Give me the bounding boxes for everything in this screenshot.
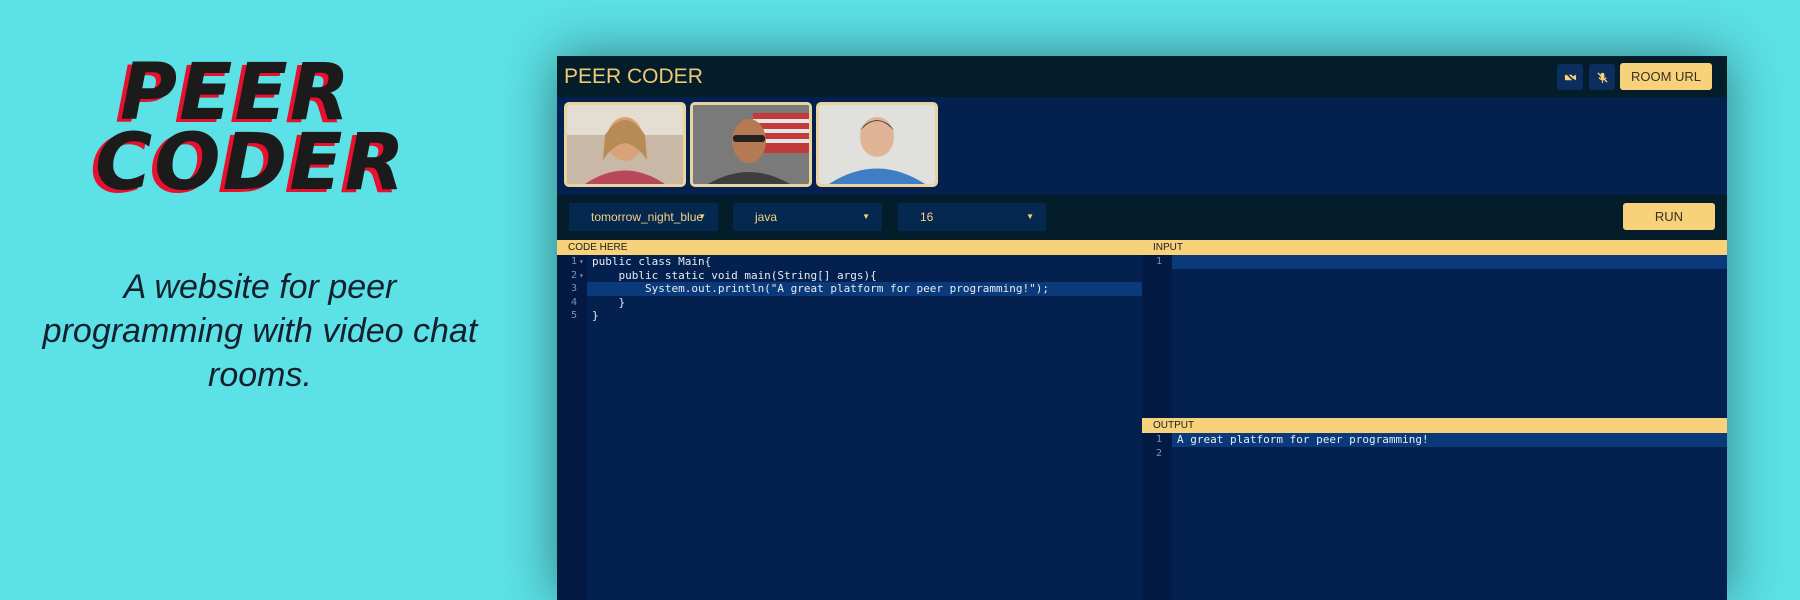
line-number: 1 [570,256,577,267]
chevron-down-icon: ▼ [698,212,706,221]
run-button[interactable]: RUN [1623,203,1715,230]
participant-1-image [567,105,683,184]
code-line: 4 } [557,296,1142,310]
line-text: public class Main{ [592,255,712,268]
code-line: 1 A great platform for peer programming! [1156,433,1727,447]
code-line: 1 [1156,255,1727,269]
input-gutter [1142,255,1172,418]
code-line: 2 [1142,447,1727,461]
participant-3-image [819,105,935,184]
output-console: 1 A great platform for peer programming! 2 [1142,433,1727,460]
input-editor[interactable]: 1 [1142,255,1727,269]
app-window: PEER CODER ROOM URL tomorrow_night_blue … [557,56,1727,600]
fold-icon[interactable]: ▾ [579,269,584,283]
chevron-down-icon: ▼ [1026,212,1034,221]
font-size-select-value: 16 [920,210,934,224]
line-text: System.out.println("A great platform for… [592,282,1049,295]
font-size-select[interactable]: 16 ▼ [898,203,1046,231]
input-label: INPUT [1142,240,1727,255]
app-title: PEER CODER [564,65,703,88]
code-line: 5} [557,309,1142,323]
code-line: 2 ▾ public static void main(String[] args… [557,269,1142,283]
theme-select-value: tomorrow_night_blue [591,210,704,224]
participant-2-image [693,105,809,184]
code-line: 1 ▾ public class Main{ [557,255,1142,269]
promo-logo: PEER CODER [95,54,405,202]
app-header: PEER CODER ROOM URL [557,56,1727,97]
line-number: 3 [570,283,577,294]
fold-icon[interactable]: ▾ [579,255,584,269]
line-text: A great platform for peer programming! [1177,433,1429,446]
code-editor[interactable]: 1 ▾ public class Main{2 ▾ public static voi… [557,255,1142,323]
mic-off-icon [1596,71,1608,83]
participant-video-3 [816,102,938,187]
line-number: 2 [1155,447,1162,459]
promo-tagline: A website for peer programming with vide… [42,268,478,394]
video-off-icon [1564,71,1576,83]
code-line: 3 System.out.println("A great platform f… [571,282,1142,296]
video-strip [557,97,1727,195]
video-toggle-button[interactable] [1557,64,1583,90]
line-number: 1 [1155,434,1162,445]
language-select[interactable]: java ▼ [733,203,882,231]
chevron-down-icon: ▼ [862,212,870,221]
editor-toolbar: tomorrow_night_blue ▼ java ▼ 16 ▼ RUN [557,195,1727,240]
promo-logo-line2: CODER [95,118,407,208]
line-number: 2 [570,269,577,281]
line-text: } [592,295,626,309]
line-number: 5 [570,310,577,321]
language-select-value: java [755,210,778,224]
mic-toggle-button[interactable] [1589,64,1615,90]
participant-video-2 [690,102,812,187]
theme-select[interactable]: tomorrow_night_blue ▼ [569,203,718,231]
line-text: public static void main(String[] args){ [592,268,877,282]
room-url-button[interactable]: ROOM URL [1620,63,1712,90]
editor-label: CODE HERE [557,240,1142,255]
line-number: 4 [570,296,577,308]
line-text: } [592,309,599,322]
participant-video-1 [564,102,686,187]
output-label: OUTPUT [1142,418,1727,433]
line-number: 1 [1155,256,1162,267]
